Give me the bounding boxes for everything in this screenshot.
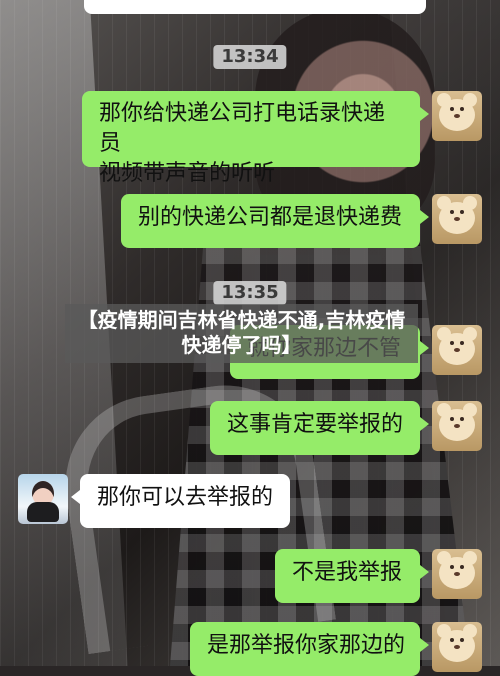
caption-line-2: 快递停了吗】 bbox=[181, 333, 302, 357]
timestamp-1334: 13:34 bbox=[213, 45, 287, 69]
message-row-1: 那你给快递公司打电话录快递员 视频带声音的听听 bbox=[82, 91, 482, 186]
bear-nose-icon bbox=[454, 348, 460, 352]
timestamp-1335: 13:35 bbox=[213, 281, 287, 305]
girl-avatar-icon[interactable] bbox=[18, 474, 68, 524]
bear-eye-right-icon bbox=[460, 565, 464, 569]
bear-eye-left-icon bbox=[450, 341, 454, 345]
bear-avatar-icon[interactable] bbox=[432, 401, 482, 451]
message-row-5: 那你可以去举报的 bbox=[18, 474, 290, 528]
caption-overlay: 【疫情期间吉林省快递不通,吉林疫情 快递停了吗】 bbox=[65, 304, 418, 363]
bear-eye-right-icon bbox=[460, 210, 464, 214]
bear-avatar-icon[interactable] bbox=[432, 194, 482, 244]
bear-avatar-icon[interactable] bbox=[432, 325, 482, 375]
message-row-2: 别的快递公司都是退快递费 bbox=[121, 194, 482, 248]
partial-top-message bbox=[84, 0, 426, 14]
bear-eye-left-icon bbox=[450, 565, 454, 569]
message-bubble-4[interactable]: 这事肯定要举报的 bbox=[210, 401, 429, 455]
bear-eye-right-icon bbox=[460, 417, 464, 421]
bear-nose-icon bbox=[454, 572, 460, 576]
message-bubble-2[interactable]: 别的快递公司都是退快递费 bbox=[121, 194, 429, 248]
bear-avatar-icon[interactable] bbox=[432, 549, 482, 599]
bear-eye-left-icon bbox=[450, 638, 454, 642]
bear-eye-left-icon bbox=[450, 107, 454, 111]
bear-nose-icon bbox=[454, 424, 460, 428]
caption-line-1: 【疫情期间吉林省快递不通,吉林疫情 bbox=[77, 308, 406, 332]
bear-avatar-icon[interactable] bbox=[432, 622, 482, 672]
girl-body-icon bbox=[27, 502, 59, 522]
message-bubble-5[interactable]: 那你可以去举报的 bbox=[71, 474, 290, 528]
bear-eye-right-icon bbox=[460, 107, 464, 111]
bear-nose-icon bbox=[454, 645, 460, 649]
bear-eye-left-icon bbox=[450, 210, 454, 214]
bear-nose-icon bbox=[454, 114, 460, 118]
bear-avatar-icon[interactable] bbox=[432, 91, 482, 141]
message-bubble-1[interactable]: 那你给快递公司打电话录快递员 视频带声音的听听 bbox=[82, 91, 429, 186]
bear-eye-left-icon bbox=[450, 417, 454, 421]
message-row-6: 不是我举报 bbox=[275, 549, 482, 603]
bear-eye-right-icon bbox=[460, 638, 464, 642]
bear-nose-icon bbox=[454, 217, 460, 221]
message-bubble-7[interactable]: 是那举报你家那边的 bbox=[190, 622, 429, 676]
bear-eye-right-icon bbox=[460, 341, 464, 345]
message-row-4: 这事肯定要举报的 bbox=[210, 401, 482, 455]
message-bubble-6[interactable]: 不是我举报 bbox=[275, 549, 429, 603]
message-row-7: 是那举报你家那边的 bbox=[190, 622, 482, 676]
